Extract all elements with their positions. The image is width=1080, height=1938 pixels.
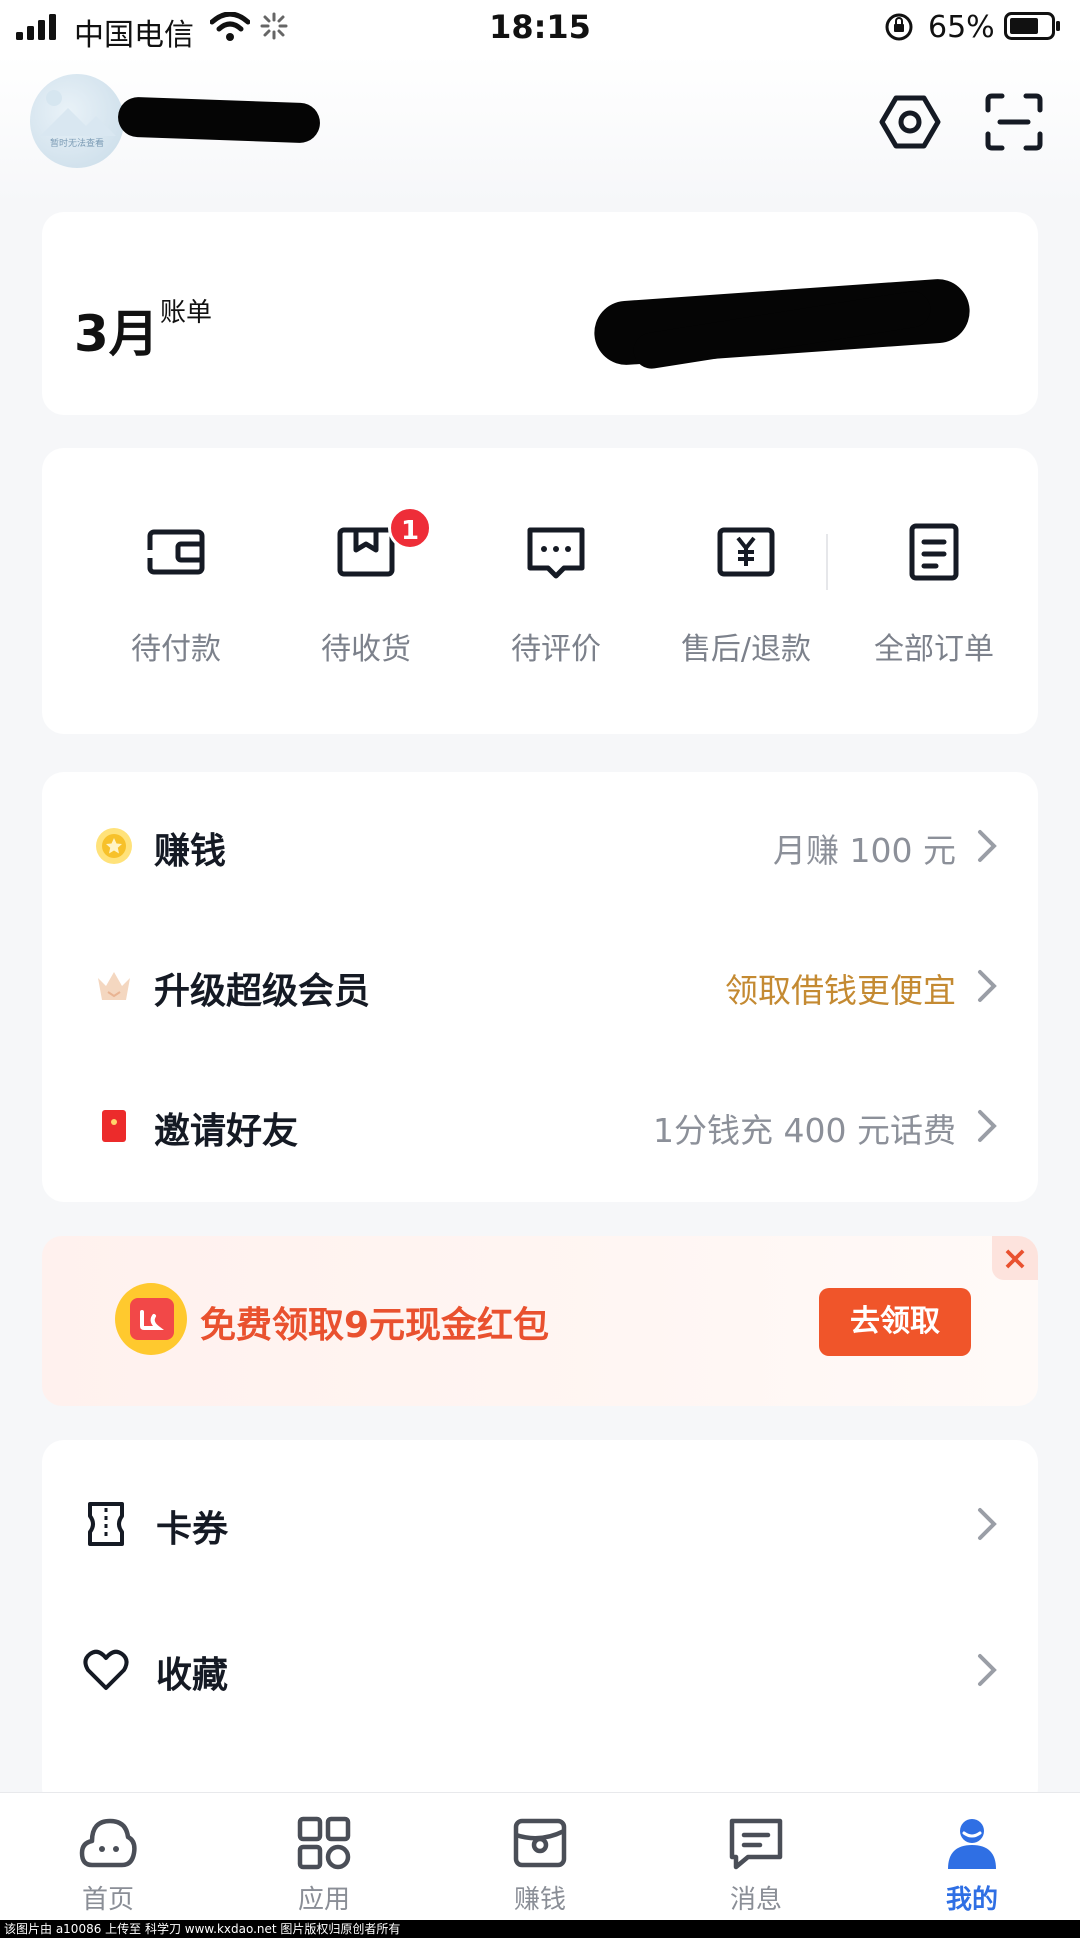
watermark-footer: 该图片由 a10086 上传至 科学刀 www.kxdao.net 图片版权归原… bbox=[0, 1920, 1080, 1938]
menu-card: 赚钱 月赚 100 元 升级超级会员 领取借钱更便宜 邀请好友 1分钱充 400… bbox=[42, 772, 1038, 1202]
gold-coin-icon bbox=[96, 828, 132, 864]
order-pending-review[interactable]: 待评价 bbox=[466, 520, 646, 668]
coupon-icon bbox=[88, 1502, 124, 1546]
menu-value: 领取借钱更便宜 bbox=[725, 971, 956, 1010]
menu-value: 1分钱充 400 元话费 bbox=[653, 1111, 956, 1150]
earn-wallet-icon bbox=[513, 1818, 567, 1868]
promo-text: 免费领取9元现金红包 bbox=[200, 1305, 550, 1346]
scan-icon[interactable] bbox=[982, 90, 1046, 154]
apps-grid-icon bbox=[297, 1816, 351, 1870]
list-row-coupons[interactable]: 卡券 bbox=[42, 1454, 1038, 1594]
bill-label: 账单 bbox=[160, 298, 213, 328]
order-list-icon bbox=[909, 523, 959, 581]
order-after-sales[interactable]: 售后/退款 bbox=[656, 520, 836, 668]
orientation-lock-icon bbox=[885, 13, 913, 41]
menu-value: 月赚 100 元 bbox=[773, 831, 956, 870]
tab-home[interactable]: 首页 bbox=[0, 1793, 216, 1921]
status-bar: 中国电信 18:15 65% bbox=[0, 0, 1080, 54]
tab-label: 我的 bbox=[945, 1885, 998, 1915]
order-all[interactable]: 全部订单 bbox=[844, 520, 1024, 668]
tab-apps[interactable]: 应用 bbox=[216, 1793, 432, 1921]
wallet-icon bbox=[147, 529, 205, 575]
menu-title: 赚钱 bbox=[154, 831, 227, 872]
menu-title: 邀请好友 bbox=[154, 1111, 299, 1152]
list-card: 卡券 收藏 bbox=[42, 1440, 1038, 1810]
menu-row-upgrade[interactable]: 升级超级会员 领取借钱更便宜 bbox=[42, 936, 1038, 1036]
home-cloud-icon bbox=[79, 1818, 137, 1868]
order-label: 待付款 bbox=[131, 632, 221, 667]
tab-bar: 首页 应用 赚钱 消息 我的 bbox=[0, 1792, 1080, 1920]
order-label: 待评价 bbox=[511, 632, 601, 667]
battery-icon bbox=[1004, 12, 1060, 40]
comment-icon bbox=[527, 527, 585, 579]
avatar[interactable]: 暂时无法查看 bbox=[30, 74, 124, 168]
order-label: 待收货 bbox=[321, 632, 411, 667]
crown-icon bbox=[98, 972, 130, 1000]
chevron-right-icon bbox=[978, 1654, 997, 1686]
tab-label: 消息 bbox=[729, 1885, 782, 1915]
tab-profile[interactable]: 我的 bbox=[864, 1793, 1080, 1921]
profile-header: 暂时无法查看 bbox=[0, 54, 1080, 204]
username-redacted bbox=[117, 96, 321, 144]
order-label: 售后/退款 bbox=[680, 632, 812, 667]
order-pending-payment[interactable]: 待付款 bbox=[86, 520, 266, 668]
tab-label: 首页 bbox=[81, 1885, 134, 1915]
profile-icon bbox=[948, 1819, 996, 1869]
tab-label: 赚钱 bbox=[513, 1885, 566, 1915]
red-packet-icon bbox=[115, 1283, 187, 1355]
avatar-placeholder-icon bbox=[40, 90, 116, 136]
list-title: 卡券 bbox=[156, 1509, 229, 1550]
menu-title: 升级超级会员 bbox=[154, 971, 371, 1012]
red-envelope-icon bbox=[102, 1110, 126, 1142]
refund-icon bbox=[717, 527, 775, 577]
bill-month: 3月 bbox=[74, 305, 159, 363]
list-row-favorites[interactable]: 收藏 bbox=[42, 1600, 1038, 1740]
avatar-caption: 暂时无法查看 bbox=[49, 139, 104, 149]
close-icon[interactable]: × bbox=[992, 1236, 1038, 1280]
order-badge: 1 bbox=[388, 506, 432, 550]
order-divider bbox=[826, 534, 828, 590]
list-title: 收藏 bbox=[156, 1655, 229, 1696]
battery-percent: 65% bbox=[928, 10, 995, 45]
chevron-right-icon bbox=[978, 970, 997, 1002]
status-time: 18:15 bbox=[489, 8, 591, 46]
orders-card: 待付款 1 待收货 待评价 售后/退款 全部订单 bbox=[42, 448, 1038, 734]
tab-label: 应用 bbox=[297, 1885, 350, 1915]
settings-hexagon-icon[interactable] bbox=[878, 90, 942, 154]
message-icon bbox=[729, 1818, 783, 1870]
order-label: 全部订单 bbox=[874, 632, 994, 667]
bill-card[interactable]: 3月 账单 bbox=[42, 212, 1038, 415]
claim-button[interactable]: 去领取 bbox=[819, 1288, 971, 1356]
chevron-right-icon bbox=[978, 830, 997, 862]
promo-banner[interactable]: 免费领取9元现金红包 去领取 × bbox=[42, 1236, 1038, 1406]
menu-row-invite[interactable]: 邀请好友 1分钱充 400 元话费 bbox=[42, 1076, 1038, 1176]
heart-icon bbox=[83, 1649, 129, 1690]
tab-messages[interactable]: 消息 bbox=[648, 1793, 864, 1921]
chevron-right-icon bbox=[978, 1110, 997, 1142]
order-pending-receipt[interactable]: 1 待收货 bbox=[276, 506, 456, 668]
tab-earn[interactable]: 赚钱 bbox=[432, 1793, 648, 1921]
chevron-right-icon bbox=[978, 1508, 997, 1540]
menu-row-earn[interactable]: 赚钱 月赚 100 元 bbox=[42, 796, 1038, 896]
